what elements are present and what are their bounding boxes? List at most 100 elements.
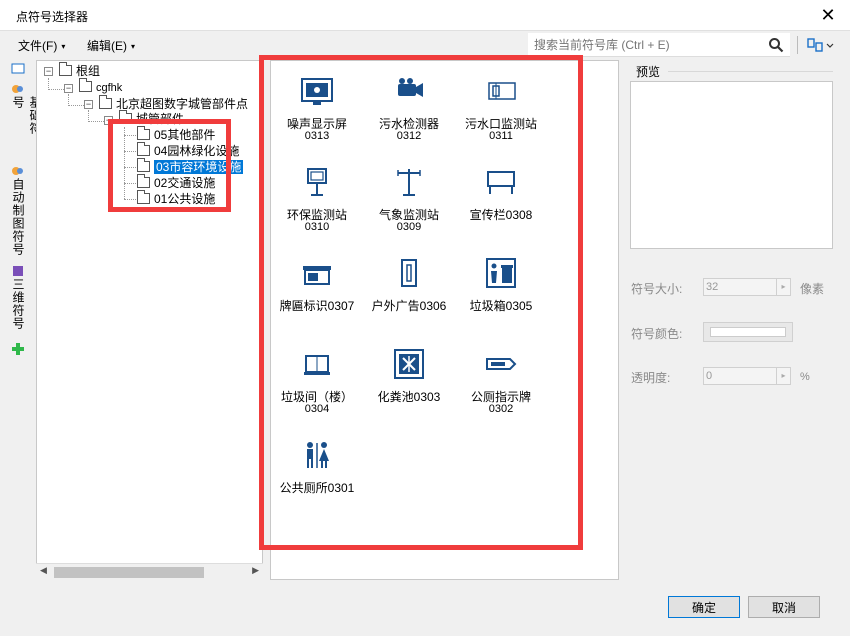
folder-icon: [137, 174, 150, 188]
symbol-code: 0309: [396, 221, 422, 233]
cancel-button[interactable]: 取消: [748, 596, 820, 618]
scroll-right-icon[interactable]: ▶: [252, 565, 259, 576]
noise-display-icon: [301, 78, 333, 105]
symbol-cell[interactable]: 垃圾间（楼） 0304: [271, 334, 363, 416]
tree-node-category[interactable]: 01公共设施: [137, 190, 215, 207]
close-icon[interactable]: ✕: [818, 4, 838, 26]
toolbar-separator: [797, 36, 798, 54]
folder-icon: [59, 62, 72, 76]
public-toilet-icon: [307, 442, 329, 468]
opacity-value: 0: [706, 370, 713, 382]
folder-icon: [137, 158, 150, 172]
window-title: 点符号选择器: [16, 10, 89, 24]
symbol-code: 0302: [488, 403, 514, 415]
chevron-down-icon: ▾: [131, 42, 136, 51]
folder-icon: [137, 142, 150, 156]
ok-button[interactable]: 确定: [668, 596, 740, 618]
symbol-cell[interactable]: 垃圾箱0305: [455, 243, 547, 325]
folder-icon: [79, 78, 92, 92]
side-tab-3d-label: 三维符号: [11, 278, 25, 330]
symbol-code: 0311: [489, 130, 513, 142]
symbol-name: 牌匾标识0307: [279, 299, 355, 313]
side-tab-auto-label: 自动制图符号: [11, 178, 25, 256]
tree-expander[interactable]: −: [104, 116, 113, 125]
tree-node-chengguan[interactable]: 城管部件: [119, 110, 184, 127]
menu-edit-label: 编辑(E): [87, 39, 127, 53]
folder-icon: [137, 190, 150, 204]
bulletin-board-icon: [487, 171, 515, 194]
menu-edit[interactable]: 编辑(E) ▾: [87, 37, 135, 54]
search-box: [528, 33, 790, 57]
symbol-cell[interactable]: 公厕指示牌 0302: [455, 334, 547, 416]
symbol-cell[interactable]: 气象监测站 0309: [363, 152, 455, 234]
symbol-color-picker[interactable]: [703, 322, 793, 342]
symbol-name: 公共厕所0301: [279, 481, 355, 495]
side-tab-3d[interactable]: 三维符号: [6, 264, 30, 344]
tree-expander[interactable]: −: [64, 84, 73, 93]
symbol-cell[interactable]: 噪声显示屏 0313: [271, 61, 363, 143]
symbol-cell[interactable]: 宣传栏0308: [455, 152, 547, 234]
opacity-label: 透明度:: [631, 371, 671, 385]
menu-file-label: 文件(F): [18, 39, 58, 53]
symbol-cell[interactable]: 环保监测站 0310: [271, 152, 363, 234]
toilet-sign-icon: [486, 358, 517, 370]
spin-icon[interactable]: ▸: [776, 368, 790, 384]
symbol-cell[interactable]: 化粪池0303: [363, 334, 455, 416]
side-tab-basic[interactable]: 基础符号: [6, 60, 42, 142]
tree-node-category-selected[interactable]: 03市容环境设施: [137, 158, 244, 175]
weather-station-icon: [397, 169, 421, 196]
auto-mapping-icon: [12, 167, 23, 175]
symbol-size-value: 32: [706, 281, 719, 293]
opacity-unit: %: [800, 371, 810, 383]
symbol-code: 0310: [304, 221, 330, 233]
symbol-name: 垃圾箱0305: [469, 299, 533, 313]
preview-label: 预览: [636, 65, 661, 79]
symbol-cell[interactable]: 户外广告0306: [363, 243, 455, 325]
tree-node-category[interactable]: 04园林绿化设施: [137, 142, 239, 159]
basic-symbol-icon: [12, 85, 23, 93]
search-icon[interactable]: [768, 37, 784, 53]
folder-icon: [119, 110, 132, 124]
symbol-name: 宣传栏0308: [469, 208, 533, 222]
3d-symbol-icon: [13, 266, 23, 276]
preview-divider: [668, 71, 833, 72]
tree-horizontal-scrollbar[interactable]: ◀ ▶: [36, 563, 263, 580]
symbol-cell[interactable]: 污水检测器 0312: [363, 61, 455, 143]
side-tab-auto[interactable]: 自动制图符号: [6, 164, 30, 264]
symbol-name: 化粪池0303: [377, 390, 441, 404]
tree-expander[interactable]: −: [84, 100, 93, 109]
tree-node-root[interactable]: 根组: [59, 62, 100, 79]
color-swatch: [710, 327, 786, 337]
folder-icon: [11, 63, 25, 74]
opacity-input[interactable]: 0 ▸: [703, 367, 791, 385]
tree-panel: − 根组 − cgfhk − 北京超图数字城管部件点 − 城管部件 05其他部件…: [36, 60, 263, 580]
symbol-size-unit: 像素: [800, 282, 825, 296]
symbol-cell[interactable]: 牌匾标识0307: [271, 243, 363, 325]
symbol-size-input[interactable]: 32 ▸: [703, 278, 791, 296]
outdoor-ad-icon: [401, 259, 417, 287]
view-mode-icon[interactable]: [806, 36, 834, 54]
signboard-icon: [303, 266, 331, 285]
symbol-size-label: 符号大小:: [631, 282, 683, 296]
menu-file[interactable]: 文件(F) ▾: [18, 37, 65, 54]
scrollbar-thumb[interactable]: [54, 567, 204, 578]
side-tabs: 基础符号 自动制图符号 三维符号: [6, 60, 42, 360]
tree-node-category[interactable]: 02交通设施: [137, 174, 215, 191]
preview-box: [630, 81, 833, 249]
scroll-left-icon[interactable]: ◀: [40, 565, 47, 576]
tree-node-category[interactable]: 05其他部件: [137, 126, 215, 143]
search-input[interactable]: [532, 36, 762, 54]
tree-expander[interactable]: −: [44, 67, 53, 76]
sewage-detector-icon: [398, 78, 423, 97]
plus-icon[interactable]: [11, 342, 25, 356]
symbol-cell[interactable]: 公共厕所0301: [271, 425, 363, 507]
folder-icon: [137, 126, 150, 140]
title-bar: 点符号选择器 ✕: [0, 0, 850, 31]
symbol-code: 0312: [396, 130, 422, 142]
env-monitor-station-icon: [307, 168, 327, 196]
sewage-outlet-monitor-icon: [488, 82, 516, 100]
symbol-cell[interactable]: 污水口监测站 0311: [455, 61, 547, 143]
septic-tank-icon: [394, 349, 424, 379]
spin-icon[interactable]: ▸: [776, 279, 790, 295]
tree-node-cgfhk[interactable]: cgfhk: [79, 78, 122, 96]
